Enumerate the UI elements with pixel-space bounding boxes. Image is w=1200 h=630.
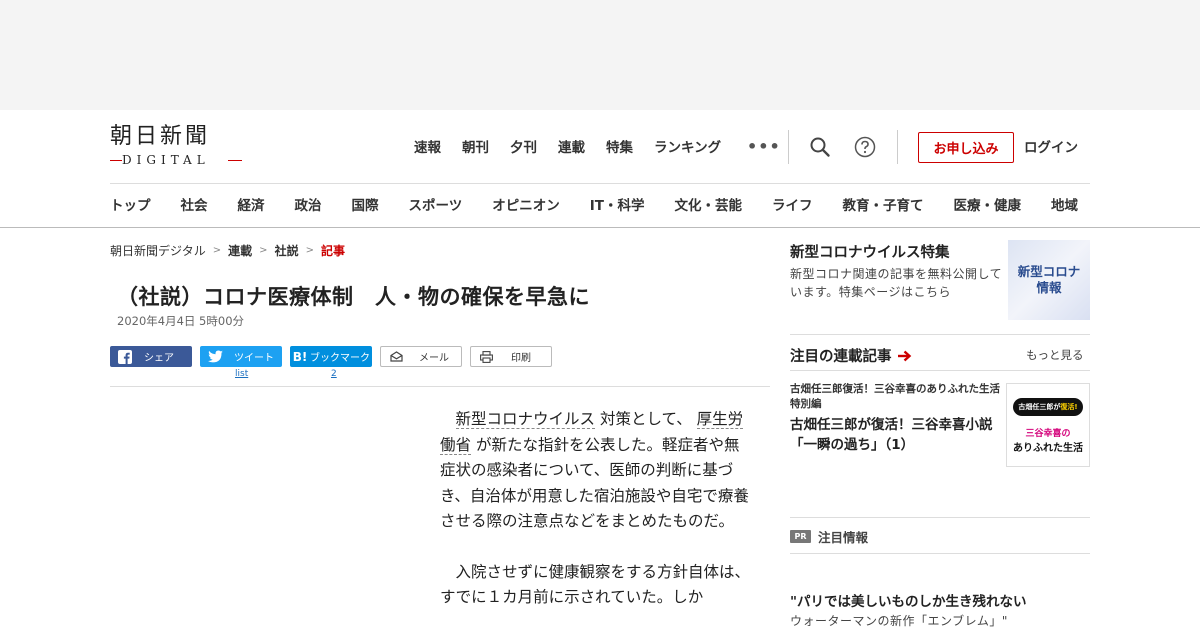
corona-feature-title[interactable]: 新型コロナウイルス特集: [790, 241, 950, 262]
article-title: （社説）コロナ医療体制 人・物の確保を早急に: [117, 285, 590, 309]
featured-series-title[interactable]: 注目の連載記事: [790, 345, 912, 366]
topnav-morning[interactable]: 朝刊: [462, 138, 489, 158]
cat-life[interactable]: ライフ: [772, 196, 813, 216]
header-divider: [788, 130, 789, 164]
breadcrumb-section[interactable]: 連載: [228, 242, 252, 259]
series-thumb-line1: 三谷幸喜の: [1025, 429, 1071, 439]
cat-education[interactable]: 教育・子育て: [842, 196, 923, 216]
site-logo[interactable]: 朝日新聞 DIGITAL: [110, 124, 242, 168]
article-date: 2020年4月4日 5時00分: [117, 314, 245, 328]
cat-health[interactable]: 医療・健康: [953, 196, 1021, 216]
sidebar-divider: [790, 370, 1090, 371]
article-body: 新型コロナウイルス 対策として、 厚生労働省 が新たな指針を公表した。軽症者や無…: [440, 407, 750, 630]
corona-feature-thumbnail[interactable]: 新型コロナ 情報: [1008, 240, 1090, 320]
twitter-share-button[interactable]: ツイート: [200, 346, 282, 367]
cat-politics[interactable]: 政治: [295, 196, 322, 216]
cat-society[interactable]: 社会: [181, 196, 208, 216]
logo-sub-text: DIGITAL: [122, 153, 210, 167]
cat-opinion[interactable]: オピニオン: [492, 196, 560, 216]
cat-region[interactable]: 地域: [1051, 196, 1078, 216]
cat-economy[interactable]: 経済: [238, 196, 265, 216]
print-button[interactable]: 印刷: [470, 346, 552, 367]
corona-feature-description[interactable]: 新型コロナ関連の記事を無料公開しています。特集ページはこちら: [790, 265, 1005, 301]
breadcrumb-current: 記事: [320, 244, 345, 258]
twitter-share-count[interactable]: list: [235, 369, 248, 379]
article-paragraph: 新型コロナウイルス 対策として、 厚生労働省 が新たな指針を公表した。軽症者や無…: [440, 407, 750, 535]
breadcrumb-separator: >: [305, 245, 314, 256]
breadcrumb-separator: >: [259, 245, 268, 256]
corona-thumb-line1: 新型コロナ: [1017, 264, 1081, 279]
keyword-link-coronavirus[interactable]: 新型コロナウイルス: [455, 410, 596, 429]
article-text: が新たな指針を公表した。軽症者や無症状の感染者について、医師の判断に基づき、自治…: [440, 435, 749, 531]
logo-accent-line-right: [228, 160, 242, 161]
breadcrumb-home[interactable]: 朝日新聞デジタル: [110, 242, 206, 259]
cat-it-science[interactable]: IT・科学: [590, 196, 645, 216]
cat-top[interactable]: トップ: [110, 196, 151, 216]
printer-icon: [475, 350, 497, 363]
cat-sports[interactable]: スポーツ: [409, 196, 463, 216]
top-navigation: 速報 朝刊 夕刊 連載 特集 ランキング: [414, 138, 742, 158]
ad-banner-area: [0, 0, 1200, 110]
mail-share-label: メール: [419, 353, 449, 364]
help-icon[interactable]: [853, 135, 877, 159]
logo-accent-line-left: [110, 160, 122, 161]
twitter-icon: [204, 350, 226, 363]
breadcrumb: 朝日新聞デジタル > 連載 > 社説 > 記事: [110, 242, 345, 259]
cat-international[interactable]: 国際: [352, 196, 379, 216]
topnav-breaking[interactable]: 速報: [414, 138, 441, 158]
series-headline[interactable]: 古畑任三郎が復活！三谷幸喜小説「一瞬の過ち」（1）: [790, 415, 1002, 455]
mail-icon: [385, 351, 407, 362]
series-thumb-tag-text: 古畑任三郎が: [1018, 403, 1061, 411]
pr-section-header: PR 注目情報: [790, 527, 868, 546]
hatena-bookmark-icon: B!: [292, 349, 308, 364]
header-divider-line: [110, 183, 1090, 184]
series-kicker[interactable]: 古畑任三郎復活！三谷幸喜のありふれた生活特別編: [790, 382, 1002, 412]
header-divider: [897, 130, 898, 164]
search-icon[interactable]: [808, 135, 832, 159]
breadcrumb-subsection[interactable]: 社説: [275, 242, 299, 259]
hatena-bookmark-label: ブックマーク: [310, 353, 370, 364]
featured-series-title-text: 注目の連載記事: [790, 349, 892, 365]
sidebar-divider: [790, 517, 1090, 518]
subscribe-button[interactable]: お申し込み: [918, 132, 1014, 163]
article-text: 対策として、: [595, 410, 697, 428]
series-thumbnail[interactable]: 古畑任三郎が 復活! 三谷幸喜の ありふれた生活: [1006, 383, 1090, 467]
pr-badge: PR: [790, 530, 811, 543]
login-link[interactable]: ログイン: [1024, 138, 1078, 158]
topnav-evening[interactable]: 夕刊: [510, 138, 537, 158]
cat-culture[interactable]: 文化・芸能: [674, 196, 742, 216]
sidebar-divider: [790, 334, 1090, 335]
promo-headline[interactable]: "パリでは美しいものしか生き残れない: [790, 590, 1027, 610]
topnav-features[interactable]: 特集: [606, 138, 633, 158]
see-more-link[interactable]: もっと見る: [1026, 347, 1084, 363]
arrow-right-icon: [897, 350, 912, 362]
topnav-ranking[interactable]: ランキング: [654, 138, 721, 158]
sidebar-divider: [790, 553, 1090, 554]
more-menu-icon[interactable]: •••: [747, 138, 781, 156]
series-thumb-tag-emphasis: 復活!: [1060, 403, 1078, 411]
site-header: 朝日新聞 DIGITAL 速報 朝刊 夕刊 連載 特集 ランキング ••• お申…: [0, 110, 1200, 228]
article-divider: [110, 386, 770, 387]
article-paragraph: 入院させずに健康観察をする方針自体は、すでに１カ月前に示されていた。しか: [440, 562, 751, 607]
topnav-series[interactable]: 連載: [558, 138, 585, 158]
series-thumb-line2: ありふれた生活: [1013, 443, 1083, 454]
twitter-share-label: ツイート: [234, 353, 274, 364]
hatena-bookmark-count[interactable]: 2: [331, 369, 337, 379]
promo-subline[interactable]: ウォーターマンの新作「エンブレム」": [790, 612, 1008, 629]
logo-main-text: 朝日新聞: [110, 124, 211, 149]
facebook-share-button[interactable]: シェア: [110, 346, 192, 367]
mail-share-button[interactable]: メール: [380, 346, 462, 367]
corona-thumb-line2: 情報: [1036, 280, 1062, 295]
facebook-icon: [114, 349, 136, 364]
series-thumb-tag: 古畑任三郎が 復活!: [1013, 398, 1083, 416]
facebook-share-label: シェア: [144, 353, 174, 364]
print-label: 印刷: [511, 353, 531, 364]
breadcrumb-separator: >: [212, 245, 222, 256]
hatena-bookmark-button[interactable]: B! ブックマーク: [290, 346, 372, 367]
pr-section-label: 注目情報: [818, 530, 869, 545]
category-navigation: トップ 社会 経済 政治 国際 スポーツ オピニオン IT・科学 文化・芸能 ラ…: [110, 196, 1078, 216]
